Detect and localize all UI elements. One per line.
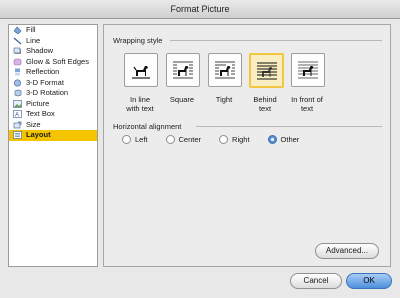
sidebar-item-glow[interactable]: Glow & Soft Edges: [9, 57, 97, 68]
sidebar-item-shadow[interactable]: Shadow: [9, 46, 97, 57]
radio-circle: [219, 135, 229, 144]
align-right-radio[interactable]: Right: [219, 135, 250, 144]
wrapping-style-heading: Wrapping style: [113, 36, 163, 45]
layout-icon: [13, 131, 22, 140]
wrap-behind-text-label: Behind text: [253, 95, 277, 113]
sidebar-item-layout[interactable]: Layout: [9, 130, 97, 141]
wrap-in-front-label: In front of text: [291, 95, 323, 113]
svg-text:A: A: [15, 113, 19, 119]
align-left-radio[interactable]: Left: [122, 135, 148, 144]
section-divider: [196, 126, 382, 127]
sidebar-item-label: Text Box: [26, 109, 55, 118]
wrap-behind-text-button[interactable]: [249, 53, 284, 88]
picture-icon: [13, 99, 22, 108]
sidebar-item-size[interactable]: Size: [9, 120, 97, 131]
3d-format-icon: [13, 79, 22, 87]
horizontal-alignment-heading: Horizontal alignment: [113, 122, 182, 131]
category-sidebar: Fill Line Shadow Glow & Soft Edges Refle…: [8, 24, 98, 267]
sidebar-item-label: Glow & Soft Edges: [26, 56, 89, 66]
shadow-icon: [13, 47, 21, 55]
sidebar-item-label: 3-D Rotation: [26, 88, 69, 97]
layout-panel: Wrapping style In line with text Square …: [103, 24, 391, 267]
sidebar-item-label: Picture: [26, 98, 50, 108]
sidebar-item-label: Line: [26, 35, 41, 45]
wrap-in-front-button[interactable]: [291, 53, 325, 87]
sidebar-item-label: Size: [26, 119, 41, 129]
glow-icon: [13, 58, 22, 66]
radio-circle: [165, 135, 175, 144]
fill-icon: [13, 26, 22, 35]
dog-behind-text-icon: [256, 62, 277, 79]
sidebar-item-label: Reflection: [26, 67, 60, 76]
sidebar-item-fill[interactable]: Fill: [9, 25, 97, 36]
sidebar-item-label: Shadow: [26, 46, 54, 55]
sidebar-item-label: Layout: [26, 130, 51, 139]
wrap-tight-label: Tight: [215, 95, 233, 104]
line-icon: [13, 37, 22, 45]
text-box-icon: A: [13, 110, 22, 118]
sidebar-item-label: Fill: [26, 25, 36, 34]
horizontal-alignment-group: Left Center Right Other: [122, 135, 317, 144]
section-divider: [170, 40, 382, 41]
sidebar-item-picture[interactable]: Picture: [9, 99, 97, 110]
sidebar-item-line[interactable]: Line: [9, 36, 97, 47]
radio-circle-selected: [267, 135, 277, 144]
dog-tight-icon: [215, 61, 235, 79]
wrap-inline-label: In line with text: [126, 95, 154, 113]
wrap-inline-button[interactable]: [124, 53, 158, 87]
cancel-button[interactable]: Cancel: [290, 273, 342, 289]
wrap-square-label: Square: [169, 95, 195, 104]
window-title: Format Picture: [0, 0, 400, 19]
dog-square-icon: [173, 61, 193, 79]
align-center-radio[interactable]: Center: [165, 135, 201, 144]
reflection-icon: [15, 68, 20, 76]
dog-in-front-icon: [298, 61, 318, 79]
dog-inline-icon: [132, 66, 150, 79]
ok-button[interactable]: OK: [346, 273, 392, 289]
size-icon: [13, 121, 22, 129]
sidebar-item-3d-rotation[interactable]: 3-D Rotation: [9, 88, 97, 99]
sidebar-item-text-box[interactable]: A Text Box: [9, 109, 97, 120]
align-other-radio[interactable]: Other: [267, 135, 299, 144]
sidebar-item-3d-format[interactable]: 3-D Format: [9, 78, 97, 89]
3d-rotation-icon: [14, 89, 22, 97]
advanced-button[interactable]: Advanced...: [315, 243, 379, 259]
wrap-square-button[interactable]: [166, 53, 200, 87]
sidebar-item-reflection[interactable]: Reflection: [9, 67, 97, 78]
radio-circle: [122, 135, 131, 144]
wrap-tight-button[interactable]: [208, 53, 242, 87]
sidebar-item-label: 3-D Format: [26, 77, 64, 87]
